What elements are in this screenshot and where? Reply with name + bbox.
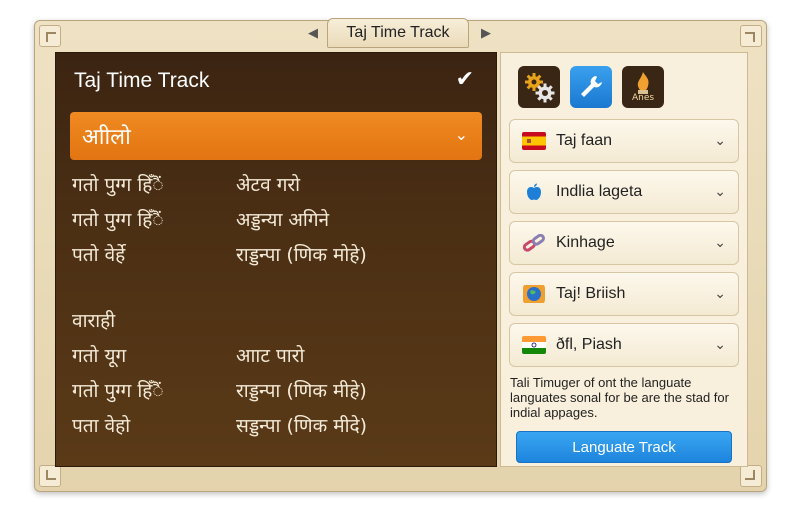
checkmark-icon[interactable]: ✔ <box>456 67 474 92</box>
row-value: राड्डन्पा (णिक मोहे) <box>236 244 367 266</box>
chevron-down-icon: ⌄ <box>714 235 726 251</box>
previous-arrow-icon[interactable]: ◀ <box>304 24 322 42</box>
row-label: गतो यूग <box>72 345 127 367</box>
tools-button[interactable] <box>570 66 612 108</box>
spain-flag-icon <box>522 132 546 150</box>
dropdown-value: आीलो <box>82 125 131 150</box>
row-value: अेटव गरो <box>236 174 301 196</box>
row-value: आाट पारो <box>236 345 305 367</box>
chevron-down-icon: ⌄ <box>714 286 726 302</box>
panel-title: Taj Time Track <box>74 69 210 92</box>
row-label: गतो पुग्ग हिँैं <box>72 174 164 196</box>
language-track-button[interactable]: Languate Track <box>516 431 732 463</box>
apple-icon <box>522 183 546 201</box>
language-name: Kinhage <box>556 234 615 251</box>
wrench-icon <box>581 76 602 97</box>
corner-handle-top-left[interactable] <box>39 25 61 47</box>
row-label: गतो पुग्ग हिँैं <box>72 380 164 402</box>
corner-handle-bottom-right[interactable] <box>740 465 762 487</box>
settings-button[interactable] <box>518 66 560 108</box>
window-title: Taj Time Track <box>346 24 450 41</box>
chevron-down-icon: ⌄ <box>714 133 726 149</box>
chevron-down-icon: ⌄ <box>454 125 468 144</box>
chain-link-icon <box>522 234 546 252</box>
list-item: पता वेहो सड्डन्पा (णिक मीदे) <box>72 412 482 442</box>
window-title-tab: Taj Time Track <box>327 18 469 48</box>
language-dropdown[interactable]: आीलो ⌄ <box>70 112 482 160</box>
row-value: राड्डन्पा (णिक मीहे) <box>236 380 367 402</box>
language-name: ðfl, Piash <box>556 336 622 353</box>
row-value: अड्डन्या अगिने <box>236 209 330 231</box>
row-label: पतो वेर्हे <box>72 244 126 266</box>
corner-handle-top-right[interactable] <box>740 25 762 47</box>
chevron-down-icon: ⌄ <box>714 337 726 353</box>
gears-icon <box>525 73 555 103</box>
flame-icon <box>637 72 649 94</box>
areas-label: Anes <box>631 93 655 103</box>
language-sidebar: Anes Taj faan ⌄ Indlia lageta ⌄ Kinhage … <box>500 52 748 467</box>
language-name: Taj! Briish <box>556 285 626 302</box>
language-name: Taj faan <box>556 132 613 149</box>
row-label: गतो पुग्ग हिँैं <box>72 209 164 231</box>
description-text: Tali Timuger of ont the languate languat… <box>510 375 729 420</box>
list-item: गतो यूग आाट पारो <box>72 342 482 372</box>
next-arrow-icon[interactable]: ▶ <box>477 24 495 42</box>
globe-icon <box>522 285 546 303</box>
language-item-0[interactable]: Taj faan ⌄ <box>509 119 739 163</box>
language-item-1[interactable]: Indlia lageta ⌄ <box>509 170 739 214</box>
section-heading: वाराही <box>72 310 116 332</box>
corner-handle-bottom-left[interactable] <box>39 465 61 487</box>
india-flag-icon <box>522 336 546 354</box>
row-label: पता वेहो <box>72 415 131 437</box>
list-item: गतो पुग्ग हिँैं राड्डन्पा (णिक मीहे) <box>72 377 482 407</box>
language-item-3[interactable]: Taj! Briish ⌄ <box>509 272 739 316</box>
list-item: गतो पुग्ग हिँैं अेटव गरो <box>72 171 482 201</box>
list-item: गतो पुग्ग हिँैं अड्डन्या अगिने <box>72 206 482 236</box>
chevron-down-icon: ⌄ <box>714 184 726 200</box>
language-item-4[interactable]: ðfl, Piash ⌄ <box>509 323 739 367</box>
language-item-2[interactable]: Kinhage ⌄ <box>509 221 739 265</box>
language-name: Indlia lageta <box>556 183 643 200</box>
row-value: सड्डन्पा (णिक मीदे) <box>236 415 367 437</box>
main-panel: Taj Time Track ✔ आीलो ⌄ गतो पुग्ग हिँैं … <box>55 52 497 467</box>
list-item: पतो वेर्हे राड्डन्पा (णिक मोहे) <box>72 241 482 271</box>
areas-button[interactable]: Anes <box>622 66 664 108</box>
